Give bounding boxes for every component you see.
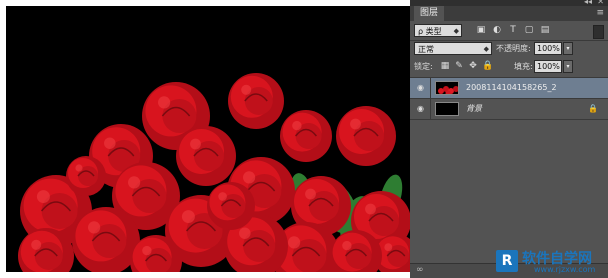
lock-label: 锁定: bbox=[414, 62, 433, 71]
lock-icon: 🔒 bbox=[588, 104, 598, 113]
opacity-input[interactable]: 100% bbox=[534, 42, 562, 55]
blend-mode-select[interactable]: 正常 ◆ bbox=[414, 42, 492, 55]
lock-transparent-icon[interactable]: ▦ bbox=[440, 61, 450, 71]
filter-row: ρ 类型 ◆ ▣ ◐ T ▢ ▤ bbox=[410, 22, 608, 40]
layer-thumbnail bbox=[435, 81, 459, 95]
divider bbox=[410, 119, 608, 120]
layer-name[interactable]: 2008114104158265_2 bbox=[466, 82, 557, 94]
filter-type-label: ρ 类型 bbox=[418, 27, 442, 36]
document-canvas[interactable] bbox=[0, 0, 410, 278]
rose-flower bbox=[72, 207, 140, 272]
panel-tab-bar: 图层 ≡ bbox=[410, 6, 608, 21]
rose-flower bbox=[228, 73, 284, 129]
link-layers-icon[interactable]: ∞ bbox=[416, 265, 424, 275]
lock-all-icon[interactable]: 🔒 bbox=[482, 61, 493, 71]
rose-flower bbox=[176, 126, 236, 186]
fill-input[interactable]: 100% bbox=[534, 60, 562, 73]
lock-row: 锁定: ▦ ✎ ✥ 🔒 填充: 100% ▾ bbox=[410, 58, 608, 76]
rose-flower bbox=[280, 110, 332, 162]
panel-menu-icon[interactable]: ≡ bbox=[596, 8, 604, 18]
rose-flower bbox=[66, 156, 106, 196]
roses-image bbox=[18, 73, 410, 272]
shape-filter-icon[interactable]: ▢ bbox=[524, 25, 534, 35]
filter-type-select[interactable]: ρ 类型 ◆ bbox=[414, 24, 462, 37]
layer-row-background[interactable]: ◉ 背景 🔒 bbox=[410, 99, 608, 119]
lock-image-icon[interactable]: ✎ bbox=[454, 61, 464, 71]
fill-slider-button[interactable]: ▾ bbox=[563, 60, 573, 73]
fill-label: 填充: bbox=[514, 62, 533, 71]
rose-flower bbox=[207, 182, 255, 230]
tab-layers[interactable]: 图层 bbox=[414, 6, 445, 21]
watermark-url: www.rjzxw.com bbox=[534, 265, 596, 274]
type-filter-icon[interactable]: T bbox=[508, 25, 518, 35]
image-filter-icon[interactable]: ▣ bbox=[476, 25, 486, 35]
layer-row-roses[interactable]: ◉ 2008114104158265_2 bbox=[410, 78, 608, 98]
layer-name[interactable]: 背景 bbox=[466, 103, 482, 115]
blend-row: 正常 ◆ 不透明度: 100% ▾ bbox=[410, 40, 608, 58]
roses-thumbnail-icon bbox=[436, 82, 458, 94]
eye-column-divider bbox=[430, 78, 431, 98]
smart-object-filter-icon[interactable]: ▤ bbox=[540, 25, 550, 35]
blend-mode-value: 正常 bbox=[418, 45, 434, 54]
lock-position-icon[interactable]: ✥ bbox=[468, 61, 478, 71]
site-watermark: R 软件自学网 www.rjzxw.com bbox=[496, 248, 606, 276]
visibility-eye-icon[interactable]: ◉ bbox=[416, 83, 425, 92]
chevron-down-icon: ◆ bbox=[483, 45, 489, 53]
filter-toggle[interactable] bbox=[593, 25, 604, 39]
rose-flower bbox=[336, 106, 396, 166]
opacity-label: 不透明度: bbox=[496, 44, 531, 53]
watermark-logo-icon: R bbox=[496, 250, 518, 272]
rose-photo[interactable] bbox=[6, 6, 410, 272]
visibility-eye-icon[interactable]: ◉ bbox=[416, 104, 425, 113]
eye-column-divider bbox=[430, 99, 431, 119]
layer-thumbnail bbox=[435, 102, 459, 116]
adjustment-filter-icon[interactable]: ◐ bbox=[492, 25, 502, 35]
layers-panel: ◂◂ ✕ 图层 ≡ ρ 类型 ◆ ▣ ◐ T ▢ ▤ 正常 ◆ 不透明度: 10… bbox=[410, 0, 608, 278]
opacity-slider-button[interactable]: ▾ bbox=[563, 42, 573, 55]
chevron-down-icon: ◆ bbox=[453, 27, 459, 35]
